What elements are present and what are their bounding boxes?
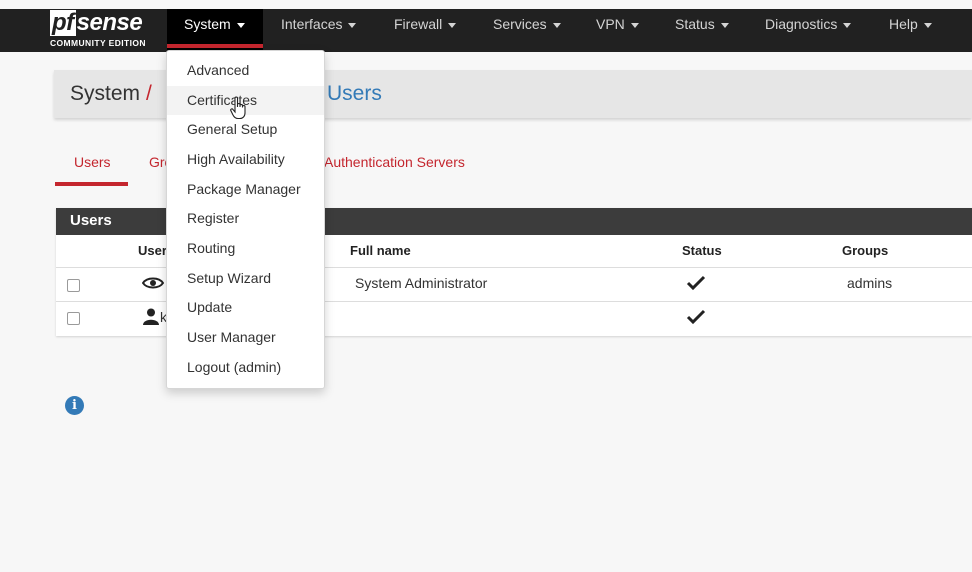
panel-title: Users [70, 212, 112, 229]
caret-down-icon [630, 22, 639, 28]
caret-down-icon [720, 22, 729, 28]
user-icon [143, 308, 159, 325]
nav-vpn[interactable]: VPN [596, 9, 639, 52]
nav-system[interactable]: System [167, 9, 263, 52]
column-user[interactable]: User [138, 243, 167, 258]
nav-services[interactable]: Services [493, 9, 561, 52]
eye-icon[interactable] [142, 276, 164, 290]
menu-item-logout[interactable]: Logout (admin) [167, 353, 324, 382]
row-select-checkbox[interactable] [67, 312, 80, 325]
menu-item-setup-wizard[interactable]: Setup Wizard [167, 264, 324, 293]
caret-down-icon [843, 22, 852, 28]
nav-status[interactable]: Status [675, 9, 729, 52]
menu-item-register[interactable]: Register [167, 204, 324, 233]
menu-item-routing[interactable]: Routing [167, 234, 324, 263]
nav-interfaces[interactable]: Interfaces [281, 9, 357, 52]
breadcrumb-separator: / [146, 82, 152, 105]
top-navbar: pf sense COMMUNITY EDITION System Interfa… [0, 0, 972, 52]
column-groups[interactable]: Groups [842, 243, 888, 258]
tab-authentication-servers[interactable]: Authentication Servers [324, 154, 465, 170]
info-icon[interactable]: i [65, 396, 84, 415]
active-tab-indicator [55, 182, 128, 186]
check-icon [686, 275, 706, 291]
nav-firewall[interactable]: Firewall [394, 9, 457, 52]
tab-users[interactable]: Users [74, 154, 111, 170]
user-full-name: System Administrator [355, 275, 488, 291]
check-icon [686, 309, 706, 325]
caret-down-icon [236, 22, 245, 28]
breadcrumb-users-link[interactable]: Users [327, 82, 382, 106]
pfsense-logo[interactable]: pf sense COMMUNITY EDITION [50, 10, 160, 50]
nav-help[interactable]: Help [889, 9, 932, 52]
menu-item-high-availability[interactable]: High Availability [167, 145, 324, 174]
menu-item-advanced[interactable]: Advanced [167, 56, 324, 85]
row-select-checkbox[interactable] [67, 279, 80, 292]
menu-item-update[interactable]: Update [167, 293, 324, 322]
column-status[interactable]: Status [682, 243, 722, 258]
breadcrumb-system-link[interactable]: System [70, 82, 140, 105]
column-full-name[interactable]: Full name [350, 243, 411, 258]
caret-down-icon [923, 22, 932, 28]
edition-label: COMMUNITY EDITION [50, 38, 146, 48]
caret-down-icon [552, 22, 561, 28]
menu-item-user-manager[interactable]: User Manager [167, 323, 324, 352]
caret-down-icon [448, 22, 457, 28]
menu-item-package-manager[interactable]: Package Manager [167, 175, 324, 204]
user-groups: admins [847, 275, 893, 291]
hand-pointer-icon [230, 96, 246, 120]
caret-down-icon [348, 22, 357, 28]
nav-diagnostics[interactable]: Diagnostics [765, 9, 852, 52]
